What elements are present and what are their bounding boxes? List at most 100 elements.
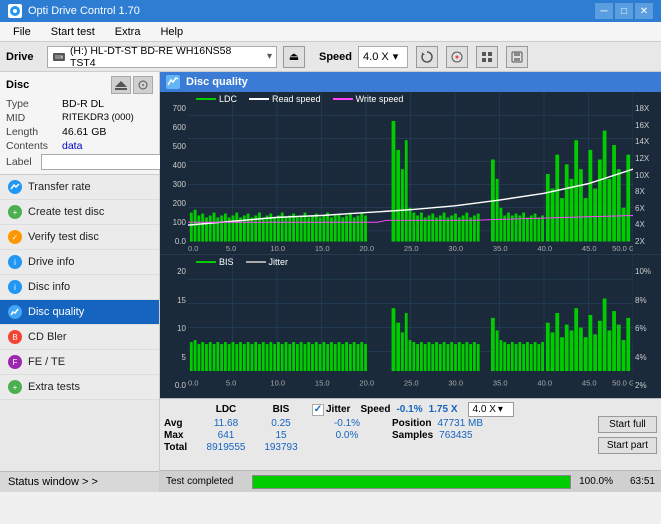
jitter-check-area: ✓ Jitter	[312, 404, 350, 416]
disc-icon	[450, 50, 464, 64]
svg-text:45.0: 45.0	[582, 244, 597, 253]
y-label-20: 20	[177, 267, 186, 276]
minimize-button[interactable]: ─	[595, 3, 613, 19]
top-chart-y-axis-left: 700 600 500 400 300 200 100 0.0	[160, 92, 188, 254]
menu-help[interactable]: Help	[151, 23, 192, 41]
sidebar-item-drive-info[interactable]: i Drive info	[0, 250, 159, 275]
speed-select-arrow: ▾	[498, 404, 503, 415]
y-label-400: 400	[173, 161, 186, 170]
menu-file[interactable]: File	[4, 23, 40, 41]
refresh-button[interactable]	[416, 46, 438, 68]
y-label-2x: 2X	[635, 237, 645, 246]
position-label: Position	[392, 418, 431, 429]
status-window-button[interactable]: Status window > >	[0, 471, 159, 492]
y-label-4x: 4X	[635, 220, 645, 229]
disc-eject-button[interactable]	[111, 76, 131, 94]
save-button[interactable]	[506, 46, 528, 68]
disc-mid-label: MID	[6, 112, 62, 124]
sidebar-item-create-test-disc[interactable]: + Create test disc	[0, 200, 159, 225]
sidebar-item-disc-quality[interactable]: Disc quality	[0, 300, 159, 325]
speed-dropdown-arrow: ▾	[393, 50, 399, 63]
speed-col-label: Speed	[360, 404, 390, 415]
disc-info-icon: i	[8, 280, 22, 294]
disc-contents-label: Contents	[6, 140, 62, 152]
disc-label-text: Label	[6, 156, 38, 168]
y-label-600: 600	[173, 123, 186, 132]
speed-selector[interactable]: 4.0 X ▾	[358, 46, 408, 68]
sidebar-item-transfer-rate[interactable]: Transfer rate	[0, 175, 159, 200]
y-label-4pct: 4%	[635, 353, 647, 362]
start-full-button[interactable]: Start full	[598, 416, 657, 433]
speed-label: Speed	[319, 51, 352, 63]
close-button[interactable]: ✕	[635, 3, 653, 19]
y-label-18x: 18X	[635, 104, 649, 113]
disc-header: Disc	[6, 76, 153, 94]
menubar: File Start test Extra Help	[0, 22, 661, 42]
svg-text:25.0: 25.0	[404, 379, 419, 388]
drive-selector[interactable]: (H:) HL-DT-ST BD-RE WH16NS58 TST4 ▾	[47, 46, 277, 68]
disc-button[interactable]	[446, 46, 468, 68]
y-label-0: 0.0	[175, 237, 186, 246]
speed-select-val: 4.0 X	[473, 404, 496, 415]
disc-mid-field: MID RITEKDR3 (000)	[6, 112, 153, 124]
action-buttons: Start full Start part	[598, 416, 657, 454]
create-test-disc-icon: +	[8, 205, 22, 219]
eject-button[interactable]: ⏏	[283, 46, 305, 68]
legend-ldc-text: LDC	[219, 94, 237, 104]
settings-button[interactable]	[476, 46, 498, 68]
sidebar-item-extra-tests[interactable]: + Extra tests	[0, 375, 159, 400]
start-part-button[interactable]: Start part	[598, 437, 657, 454]
extra-tests-icon: +	[8, 380, 22, 394]
disc-section: Disc Type BD-R DL MID RITEKDR3 (000)	[0, 72, 159, 175]
svg-text:50.0 GB: 50.0 GB	[612, 244, 633, 253]
fe-te-icon: F	[8, 355, 22, 369]
bottom-stats: LDC BIS ✓ Jitter Speed -0.1% 1.75 X 4.0 …	[160, 398, 661, 470]
progress-bar-outer	[252, 475, 571, 489]
disc-icon-area	[111, 76, 153, 94]
write-speed-color	[333, 98, 353, 100]
bis-color	[196, 261, 216, 263]
sidebar-item-verify-test-disc[interactable]: ✓ Verify test disc	[0, 225, 159, 250]
top-chart-container: 700 600 500 400 300 200 100 0.0 LDC	[160, 92, 661, 255]
legend-read-speed-text: Read speed	[272, 94, 321, 104]
speed-selector-stats[interactable]: 4.0 X ▾	[468, 402, 514, 417]
disc-quality-icon	[8, 305, 22, 319]
y-label-8x: 8X	[635, 187, 645, 196]
total-label: Total	[164, 442, 196, 453]
y-label-300: 300	[173, 180, 186, 189]
disc-label-input[interactable]	[41, 154, 179, 170]
sidebar-item-fe-te[interactable]: F FE / TE	[0, 350, 159, 375]
menu-start-test[interactable]: Start test	[42, 23, 104, 41]
svg-text:15.0: 15.0	[315, 379, 330, 388]
progress-percent: 100.0%	[577, 476, 613, 487]
titlebar-controls: ─ □ ✕	[595, 3, 653, 19]
sidebar: Disc Type BD-R DL MID RITEKDR3 (000)	[0, 72, 160, 492]
sidebar-item-disc-info[interactable]: i Disc info	[0, 275, 159, 300]
svg-text:10.0: 10.0	[270, 244, 285, 253]
menu-extra[interactable]: Extra	[106, 23, 150, 41]
sidebar-item-label-transfer-rate: Transfer rate	[28, 181, 91, 193]
sidebar-item-label-disc-info: Disc info	[28, 281, 70, 293]
svg-text:20.0: 20.0	[359, 244, 374, 253]
disc-contents-value: data	[62, 140, 153, 152]
legend-write-speed-text: Write speed	[356, 94, 404, 104]
panel-header: Disc quality	[160, 72, 661, 92]
disc-length-value: 46.61 GB	[62, 126, 153, 138]
jitter-label: Jitter	[326, 404, 350, 415]
y-label-6pct: 6%	[635, 324, 647, 333]
sidebar-item-cd-bler[interactable]: B CD Bler	[0, 325, 159, 350]
bottom-chart-y-axis-right: 10% 8% 6% 4% 2%	[633, 255, 661, 398]
svg-text:0.0: 0.0	[188, 379, 199, 388]
transfer-rate-icon	[8, 180, 22, 194]
sidebar-item-label-drive-info: Drive info	[28, 256, 74, 268]
svg-text:40.0: 40.0	[537, 244, 552, 253]
jitter-checkbox[interactable]: ✓	[312, 404, 324, 416]
ldc-color	[196, 98, 216, 100]
y-label-8pct: 8%	[635, 296, 647, 305]
disc-info-button[interactable]	[133, 76, 153, 94]
top-chart-svg: 0.0 5.0 10.0 15.0 20.0 25.0 30.0 35.0 40…	[188, 92, 633, 254]
maximize-button[interactable]: □	[615, 3, 633, 19]
sidebar-item-label-cd-bler: CD Bler	[28, 331, 67, 343]
bottom-chart-canvas: BIS Jitter	[188, 255, 633, 398]
y-label-500: 500	[173, 142, 186, 151]
